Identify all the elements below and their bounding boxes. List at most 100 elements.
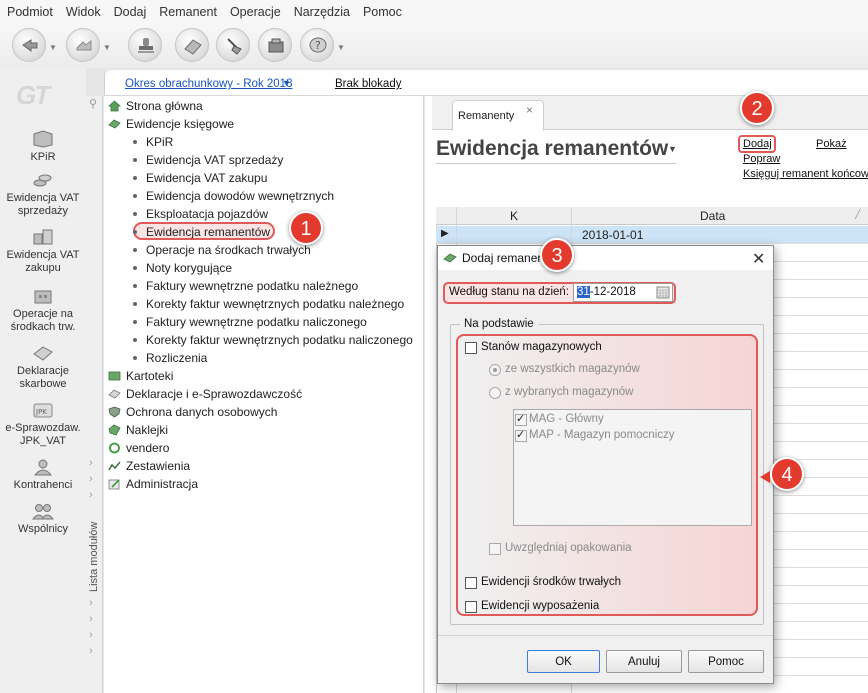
nav-operacje-srodki[interactable]: Operacje na środkach trw. bbox=[0, 287, 86, 334]
menu-pomoc[interactable]: Pomoc bbox=[363, 5, 402, 19]
magazine-list[interactable] bbox=[513, 409, 752, 526]
menu-podmiot[interactable]: Podmiot bbox=[7, 5, 53, 19]
radio-all-label[interactable]: ze wszystkich magazynów bbox=[505, 363, 640, 375]
dialog-close-icon[interactable]: ✕ bbox=[752, 249, 765, 269]
srodki-trwale-checkbox[interactable] bbox=[465, 577, 477, 589]
pin-icon[interactable]: ⚲ bbox=[89, 97, 97, 110]
help-icon[interactable]: ? bbox=[300, 28, 334, 62]
chevron-right-icon[interactable]: › bbox=[89, 473, 93, 485]
opakowania-label[interactable]: Uwzględniaj opakowania bbox=[505, 542, 632, 554]
chevron-right-icon[interactable]: › bbox=[89, 489, 93, 501]
register-icon[interactable] bbox=[258, 28, 292, 62]
stany-magazynowe-label[interactable]: Stanów magazynowych bbox=[481, 341, 602, 353]
page-title: Ewidencja remanentów bbox=[436, 137, 669, 160]
tree-item-administracja[interactable]: Administracja bbox=[126, 477, 198, 491]
radio-selected-label[interactable]: z wybranych magazynów bbox=[505, 386, 633, 398]
tree-item-ewidencje-ksiegowe[interactable]: Ewidencje księgowe bbox=[126, 117, 234, 131]
tree-item-korekty-nalezny[interactable]: Korekty faktur wewnętrznych podatku nale… bbox=[146, 297, 404, 311]
chevron-right-icon[interactable]: › bbox=[89, 597, 93, 609]
nav-kpir[interactable]: KPiR bbox=[0, 130, 86, 164]
menu-operacje[interactable]: Operacje bbox=[230, 5, 281, 19]
nav-kontrahenci[interactable]: Kontrahenci bbox=[0, 458, 86, 492]
magazine-checkbox[interactable] bbox=[515, 428, 527, 442]
brak-blokady-link[interactable]: Brak blokady bbox=[335, 78, 401, 90]
stany-magazynowe-checkbox[interactable] bbox=[465, 342, 477, 354]
tree-item-eksploatacja[interactable]: Eksploatacja pojazdów bbox=[146, 207, 268, 221]
tree-item-vat-sprzedazy[interactable]: Ewidencja VAT sprzedaży bbox=[146, 153, 283, 167]
pomoc-button[interactable]: Pomoc bbox=[688, 650, 764, 673]
highlight-dodaj bbox=[738, 135, 776, 153]
nav-wspolnicy[interactable]: Wspólnicy bbox=[0, 502, 86, 536]
tree-item-noty[interactable]: Noty korygujące bbox=[146, 261, 232, 275]
column-header-k[interactable]: K bbox=[510, 209, 518, 223]
okres-link[interactable]: Okres obrachunkowy - Rok 2018 bbox=[125, 78, 292, 90]
magazine-checkbox[interactable] bbox=[515, 412, 527, 426]
tree-item-ewidencja-remanentow[interactable]: Ewidencja remanentów bbox=[146, 225, 270, 239]
popraw-link[interactable]: Popraw bbox=[743, 153, 780, 165]
menu-dodaj[interactable]: Dodaj bbox=[114, 5, 147, 19]
tree-item-faktury-nalezny[interactable]: Faktury wewnętrzne podatku należnego bbox=[146, 279, 358, 293]
ledger-icon bbox=[108, 119, 121, 129]
bullet bbox=[133, 338, 137, 342]
tree-item-kartoteki[interactable]: Kartoteki bbox=[126, 369, 173, 383]
tree-item-strona-glowna[interactable]: Strona główna bbox=[126, 99, 203, 113]
nav-jpk[interactable]: JPK e-Sprawozdaw. JPK_VAT bbox=[0, 401, 86, 448]
tab-label[interactable]: Remanenty bbox=[458, 110, 514, 122]
chevron-right-icon[interactable]: › bbox=[89, 629, 93, 641]
svg-text:?: ? bbox=[315, 39, 321, 52]
close-icon[interactable]: × bbox=[526, 103, 533, 117]
magazine-label[interactable]: MAG - Główny bbox=[529, 413, 604, 425]
column-header-data[interactable]: Data bbox=[700, 209, 725, 223]
tree-item-ochrona-danych[interactable]: Ochrona danych osobowych bbox=[126, 405, 277, 419]
stamp-icon[interactable] bbox=[128, 28, 162, 62]
back-arrow-icon[interactable] bbox=[12, 28, 46, 62]
chevron-down-icon[interactable]: ▼ bbox=[282, 78, 291, 88]
forms-icon bbox=[33, 346, 53, 361]
nav-deklaracje[interactable]: Deklaracje skarbowe bbox=[0, 344, 86, 391]
magazine-label[interactable]: MAP - Magazyn pomocniczy bbox=[529, 429, 675, 441]
broom-icon[interactable] bbox=[216, 28, 250, 62]
menu-narzedzia[interactable]: Narzędzia bbox=[294, 5, 350, 19]
anuluj-button[interactable]: Anuluj bbox=[606, 650, 682, 673]
tree-item-korekty-naliczony[interactable]: Korekty faktur wewnętrznych podatku nali… bbox=[146, 333, 413, 347]
tree-item-srodki-trwale[interactable]: Operacje na środkach trwałych bbox=[146, 243, 311, 257]
nav-vat-zakupu[interactable]: Ewidencja VAT zakupu bbox=[0, 228, 86, 275]
tree-item-faktury-naliczony[interactable]: Faktury wewnętrzne podatku naliczonego bbox=[146, 315, 367, 329]
ok-button[interactable]: OK bbox=[527, 650, 600, 673]
menu-widok[interactable]: Widok bbox=[66, 5, 101, 19]
nav-vat-sprzedazy[interactable]: Ewidencja VAT sprzedaży bbox=[0, 171, 86, 218]
srodki-trwale-label[interactable]: Ewidencji środków trwałych bbox=[481, 576, 621, 588]
tree-item-dowody-wewnetrzne[interactable]: Ewidencja dowodów wewnętrznych bbox=[146, 189, 334, 203]
tree-item-rozliczenia[interactable]: Rozliczenia bbox=[146, 351, 207, 365]
opakowania-checkbox[interactable] bbox=[489, 543, 501, 555]
group-title: Na podstawie bbox=[460, 318, 538, 330]
chevron-right-icon[interactable]: › bbox=[89, 613, 93, 625]
help-dropdown-icon[interactable]: ▼ bbox=[337, 43, 345, 52]
sort-icon[interactable]: ╱ bbox=[855, 209, 860, 220]
wyposazenie-checkbox[interactable] bbox=[465, 601, 477, 613]
forward-dropdown-icon[interactable]: ▼ bbox=[103, 43, 111, 52]
tree-item-vendero[interactable]: vendero bbox=[126, 441, 169, 455]
radio-all-magazines[interactable] bbox=[489, 364, 501, 376]
tree-item-deklaracje[interactable]: Deklaracje i e-Sprawozdawczość bbox=[126, 387, 302, 401]
tree-item-vat-zakupu[interactable]: Ewidencja VAT zakupu bbox=[146, 171, 267, 185]
chevron-right-icon[interactable]: › bbox=[89, 457, 93, 469]
tree-item-naklejki[interactable]: Naklejki bbox=[126, 423, 168, 437]
forward-arrow-icon[interactable] bbox=[66, 28, 100, 62]
pokaz-link[interactable]: Pokaż bbox=[816, 138, 847, 150]
title-underline bbox=[436, 163, 676, 164]
ksieguj-link[interactable]: Księguj remanent końcowy bbox=[743, 168, 868, 180]
tree-item-zestawienia[interactable]: Zestawienia bbox=[126, 459, 190, 473]
calendar-icon[interactable] bbox=[656, 286, 670, 299]
wyposazenie-label[interactable]: Ewidencji wyposażenia bbox=[481, 600, 599, 612]
chevron-down-icon[interactable]: ▼ bbox=[668, 144, 677, 154]
tree-item-kpir[interactable]: KPiR bbox=[146, 135, 173, 149]
eraser-icon[interactable] bbox=[175, 28, 209, 62]
menu-remanent[interactable]: Remanent bbox=[159, 5, 217, 19]
table-row-selected[interactable] bbox=[436, 226, 868, 243]
radio-selected-magazines[interactable] bbox=[489, 387, 501, 399]
grid-header bbox=[436, 207, 868, 225]
coins-icon bbox=[33, 174, 52, 187]
back-dropdown-icon[interactable]: ▼ bbox=[49, 43, 57, 52]
chevron-right-icon[interactable]: › bbox=[89, 645, 93, 657]
